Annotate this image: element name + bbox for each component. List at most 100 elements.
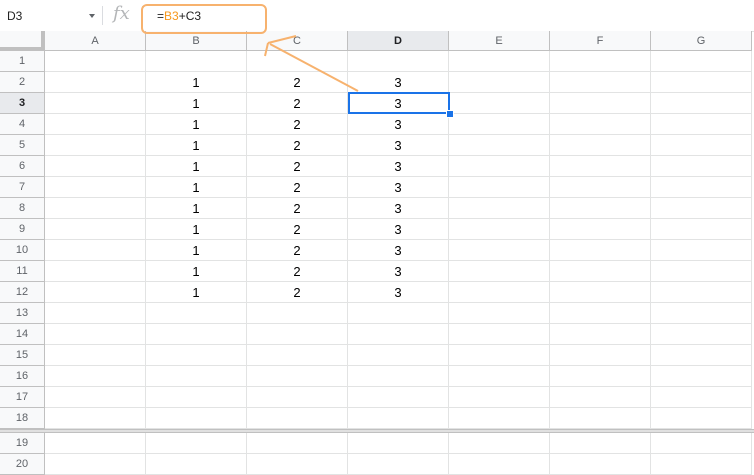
cell-c1[interactable] <box>247 51 348 72</box>
column-header-a[interactable]: A <box>45 31 146 51</box>
cell-a5[interactable] <box>45 135 146 156</box>
cell-f5[interactable] <box>550 135 651 156</box>
cell-g15[interactable] <box>651 345 752 366</box>
cell-f11[interactable] <box>550 261 651 282</box>
row-header-14[interactable]: 14 <box>0 324 45 345</box>
cell-g8[interactable] <box>651 198 752 219</box>
cell-b3[interactable]: 1 <box>146 93 247 114</box>
cell-d4[interactable]: 3 <box>348 114 449 135</box>
cell-f16[interactable] <box>550 366 651 387</box>
cell-e1[interactable] <box>449 51 550 72</box>
cell-d19[interactable] <box>348 433 449 454</box>
cell-e12[interactable] <box>449 282 550 303</box>
cell-f20[interactable] <box>550 454 651 475</box>
cell-d18[interactable] <box>348 408 449 429</box>
cell-g18[interactable] <box>651 408 752 429</box>
row-header-12[interactable]: 12 <box>0 282 45 303</box>
cell-g4[interactable] <box>651 114 752 135</box>
row-header-8[interactable]: 8 <box>0 198 45 219</box>
cell-f7[interactable] <box>550 177 651 198</box>
cell-d13[interactable] <box>348 303 449 324</box>
row-header-19[interactable]: 19 <box>0 433 45 454</box>
column-header-b[interactable]: B <box>146 31 247 51</box>
cell-f15[interactable] <box>550 345 651 366</box>
cell-g9[interactable] <box>651 219 752 240</box>
cell-a16[interactable] <box>45 366 146 387</box>
cell-c18[interactable] <box>247 408 348 429</box>
spreadsheet-grid[interactable]: ABCDEFG121233123412351236123712381239123… <box>0 31 754 475</box>
cell-f19[interactable] <box>550 433 651 454</box>
cell-f1[interactable] <box>550 51 651 72</box>
column-header-d[interactable]: D <box>348 31 449 51</box>
cell-a1[interactable] <box>45 51 146 72</box>
cell-d11[interactable]: 3 <box>348 261 449 282</box>
cell-a9[interactable] <box>45 219 146 240</box>
cell-d15[interactable] <box>348 345 449 366</box>
cell-b13[interactable] <box>146 303 247 324</box>
cell-d2[interactable]: 3 <box>348 72 449 93</box>
row-header-17[interactable]: 17 <box>0 387 45 408</box>
cell-c20[interactable] <box>247 454 348 475</box>
cell-d7[interactable]: 3 <box>348 177 449 198</box>
cell-b18[interactable] <box>146 408 247 429</box>
cell-e5[interactable] <box>449 135 550 156</box>
cell-d16[interactable] <box>348 366 449 387</box>
cell-f14[interactable] <box>550 324 651 345</box>
cell-f8[interactable] <box>550 198 651 219</box>
cell-e10[interactable] <box>449 240 550 261</box>
cell-e20[interactable] <box>449 454 550 475</box>
cell-b4[interactable]: 1 <box>146 114 247 135</box>
cell-b9[interactable]: 1 <box>146 219 247 240</box>
cell-a18[interactable] <box>45 408 146 429</box>
cell-b17[interactable] <box>146 387 247 408</box>
row-header-16[interactable]: 16 <box>0 366 45 387</box>
active-cell-selection[interactable] <box>348 92 450 114</box>
row-header-5[interactable]: 5 <box>0 135 45 156</box>
cell-b8[interactable]: 1 <box>146 198 247 219</box>
cell-e9[interactable] <box>449 219 550 240</box>
cell-d12[interactable]: 3 <box>348 282 449 303</box>
cell-c14[interactable] <box>247 324 348 345</box>
chevron-down-icon[interactable] <box>89 14 95 18</box>
cell-e18[interactable] <box>449 408 550 429</box>
cell-a15[interactable] <box>45 345 146 366</box>
row-header-1[interactable]: 1 <box>0 51 45 72</box>
cell-a4[interactable] <box>45 114 146 135</box>
cell-b14[interactable] <box>146 324 247 345</box>
cell-c16[interactable] <box>247 366 348 387</box>
cell-g6[interactable] <box>651 156 752 177</box>
cell-e14[interactable] <box>449 324 550 345</box>
cell-a19[interactable] <box>45 433 146 454</box>
cell-d8[interactable]: 3 <box>348 198 449 219</box>
cell-a7[interactable] <box>45 177 146 198</box>
cell-g1[interactable] <box>651 51 752 72</box>
column-header-c[interactable]: C <box>247 31 348 51</box>
row-header-18[interactable]: 18 <box>0 408 45 429</box>
cell-e11[interactable] <box>449 261 550 282</box>
cell-a12[interactable] <box>45 282 146 303</box>
cell-e6[interactable] <box>449 156 550 177</box>
cell-f10[interactable] <box>550 240 651 261</box>
row-header-7[interactable]: 7 <box>0 177 45 198</box>
row-header-10[interactable]: 10 <box>0 240 45 261</box>
cell-d6[interactable]: 3 <box>348 156 449 177</box>
cell-c5[interactable]: 2 <box>247 135 348 156</box>
column-header-g[interactable]: G <box>651 31 752 51</box>
cell-e3[interactable] <box>449 93 550 114</box>
cell-c17[interactable] <box>247 387 348 408</box>
cell-a2[interactable] <box>45 72 146 93</box>
row-header-4[interactable]: 4 <box>0 114 45 135</box>
cell-g2[interactable] <box>651 72 752 93</box>
cell-a11[interactable] <box>45 261 146 282</box>
cell-d10[interactable]: 3 <box>348 240 449 261</box>
cell-a6[interactable] <box>45 156 146 177</box>
cell-f6[interactable] <box>550 156 651 177</box>
cell-e4[interactable] <box>449 114 550 135</box>
cell-e13[interactable] <box>449 303 550 324</box>
row-header-20[interactable]: 20 <box>0 454 45 475</box>
cell-c4[interactable]: 2 <box>247 114 348 135</box>
cell-g3[interactable] <box>651 93 752 114</box>
row-header-13[interactable]: 13 <box>0 303 45 324</box>
cell-c6[interactable]: 2 <box>247 156 348 177</box>
cell-e2[interactable] <box>449 72 550 93</box>
